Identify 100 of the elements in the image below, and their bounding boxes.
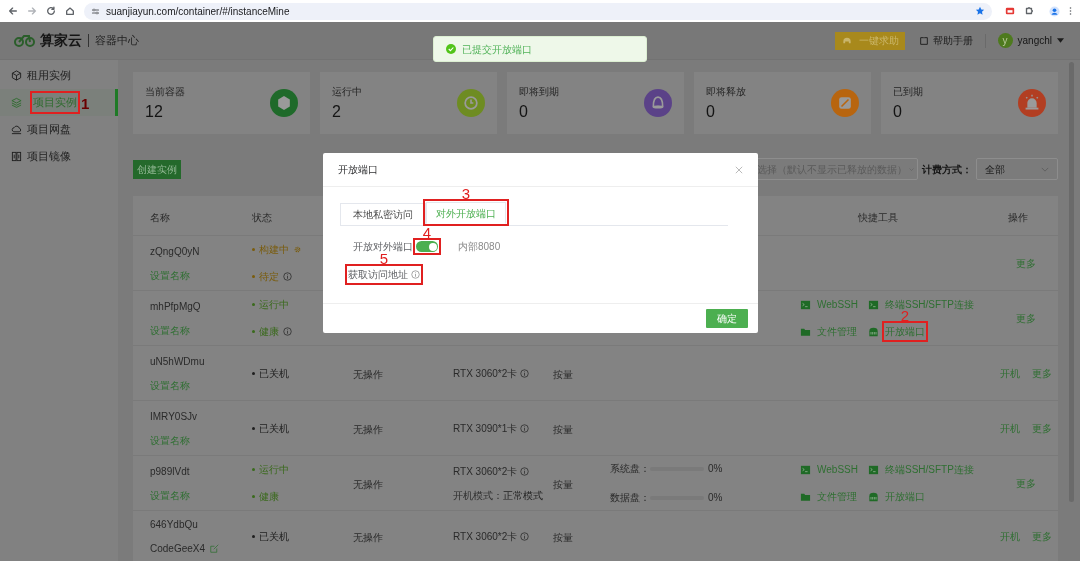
action-link[interactable]: 更多 [1032,365,1052,381]
edit-icon[interactable] [210,543,220,553]
tool-link[interactable]: WebSSH [817,297,858,312]
operation-status: 无操作 [353,479,383,490]
disk-usage-reading: 0% [708,491,723,505]
tool-link[interactable]: 文件管理 [817,489,857,504]
home-icon[interactable] [65,6,75,16]
billing-type: 按量 [553,424,573,435]
status-text: 已关机 [259,529,289,544]
user-name[interactable]: yangchl [1017,33,1052,48]
confirm-button[interactable]: 确定 [706,309,748,328]
stat-value: 0 [893,102,903,122]
column-header: 名称 [150,211,170,223]
profile-icon[interactable] [1049,5,1060,17]
billing-select[interactable]: 全部 [976,158,1058,180]
sidebar-item[interactable]: 项目镜像 [0,143,118,170]
sidebar-item-label[interactable]: 项目实例 [33,94,77,111]
stat-label: 即将到期 [519,85,559,99]
action-link[interactable]: 更多 [1032,420,1052,436]
billing-type: 按量 [553,479,573,490]
action-link[interactable]: 开机 [1000,528,1020,544]
boot-mode-value: 正常模式 [503,488,543,503]
action-link[interactable]: 更多 [1016,255,1036,271]
status-text: 构建中 [259,243,289,257]
rename-link[interactable]: 设置名称 [150,487,190,503]
star-icon[interactable] [975,6,985,16]
annotation-number: 5 [379,251,389,266]
dialog-tab[interactable]: 对外开放端口 [426,202,506,224]
status-text: 待定 [259,270,279,284]
action-link[interactable]: 更多 [1032,528,1052,544]
headset-icon [840,35,853,46]
tool-link[interactable]: 开放端口 [885,489,925,504]
grid-icon [11,151,22,162]
terminal-icon [800,299,811,310]
status-text: 运行中 [259,298,289,312]
tune-icon[interactable] [91,6,100,16]
info-icon[interactable] [520,368,530,378]
info-icon[interactable] [520,423,530,433]
terminal-icon [800,464,811,475]
instance-note: CodeGeeX4 [150,541,206,556]
layers-icon [11,97,22,108]
status-text: 运行中 [259,463,289,477]
action-link[interactable]: 开机 [1000,420,1020,436]
info-icon[interactable] [283,327,292,336]
stat-value: 0 [706,102,716,122]
access-address-link[interactable]: 获取访问地址 [348,267,420,282]
info-icon[interactable] [520,531,530,541]
rename-link[interactable]: 设置名称 [150,377,190,393]
cloud-icon [11,124,22,135]
success-icon [446,44,456,54]
address-bar[interactable]: suanjiayun.com/container/#/instanceMine [84,2,992,20]
manual-link[interactable]: 帮助手册 [918,33,973,48]
caret-icon[interactable] [1057,38,1064,43]
tool-link[interactable]: 终端SSH/SFTP连接 [885,462,974,477]
instance-name: mhPfpMgQ [150,299,202,314]
brand-name: 算家云 [40,31,82,50]
more-icon[interactable] [1069,6,1072,16]
avatar[interactable]: y [997,33,1013,48]
instance-name: IMRY0SJv [150,409,199,424]
info-icon[interactable] [411,270,420,279]
gear-icon [293,245,302,254]
tool-link[interactable]: WebSSH [817,462,858,477]
puzzle-icon[interactable] [1024,6,1034,16]
rename-link[interactable]: 设置名称 [150,322,190,338]
reload-icon[interactable] [46,6,56,16]
stat-label: 运行中 [332,85,362,99]
info-icon[interactable] [283,272,292,281]
stat-value: 12 [145,102,164,122]
column-header: 操作 [1007,211,1028,223]
billing-label: 计费方式： [922,162,972,177]
logo-icon [14,33,36,48]
column-header: 状态 [252,211,272,223]
create-button[interactable]: 创建实例 [133,159,181,179]
rename-link[interactable]: 设置名称 [150,267,190,283]
chevron-icon [1041,166,1049,172]
rename-link[interactable]: 设置名称 [150,432,190,448]
tool-link[interactable]: 开放端口 [885,324,925,339]
annotation-number: 3 [461,186,471,201]
close-icon[interactable] [735,165,743,174]
folder-icon [800,326,811,337]
dialog-tab[interactable]: 本地私密访问 [340,203,426,225]
switch-label: 开放对外端口 [353,240,413,254]
back-icon[interactable] [8,6,18,16]
forward-icon[interactable] [27,6,37,16]
status-text: 健康 [259,325,279,339]
stat-label: 已到期 [893,85,923,99]
instance-name: uN5hWDmu [150,354,206,369]
instance-name: zQngQ0yN [150,244,201,259]
disk-label: 数据盘： [610,491,650,505]
sidebar-item[interactable]: 租用实例 [0,62,118,89]
annotation-number: 1 [81,95,90,110]
action-link[interactable]: 更多 [1016,475,1036,491]
tool-link[interactable]: 文件管理 [817,324,857,339]
sidebar-item[interactable]: 项目网盘 [0,116,118,143]
extension-icon[interactable] [1005,6,1015,16]
action-link[interactable]: 更多 [1016,310,1036,326]
info-icon[interactable] [520,466,530,476]
gpu-spec: RTX 3060*2卡 [453,366,518,381]
instance-name: p989lVdt [150,464,191,479]
action-link[interactable]: 开机 [1000,365,1020,381]
